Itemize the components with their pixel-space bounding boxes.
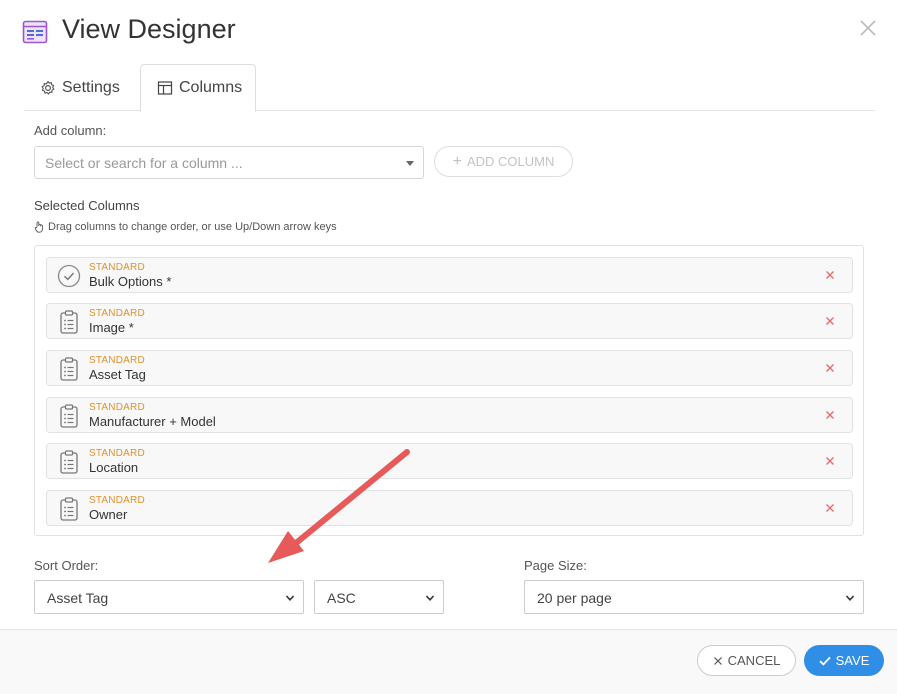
cancel-button[interactable]: CANCEL (697, 645, 796, 676)
column-name: Manufacturer + Model (89, 414, 216, 429)
save-button-label: SAVE (835, 653, 870, 668)
caret-down-icon[interactable] (406, 161, 414, 166)
clipboard-list-icon (60, 310, 78, 334)
sort-direction-value: ASC (327, 590, 356, 606)
column-search-placeholder: Select or search for a column ... (45, 155, 243, 171)
tab-bar: Settings Columns (24, 64, 875, 112)
sort-direction-select[interactable]: ASC (314, 580, 444, 614)
sort-order-label: Sort Order: (34, 558, 99, 573)
column-item-bulk-options[interactable]: STANDARD Bulk Options * (46, 257, 853, 293)
page-size-value: 20 per page (537, 590, 612, 606)
column-name: Asset Tag (89, 367, 146, 382)
column-item-image[interactable]: STANDARD Image * (46, 303, 853, 339)
remove-icon[interactable] (824, 502, 836, 514)
remove-icon[interactable] (824, 269, 836, 281)
tab-settings-label: Settings (62, 78, 120, 96)
tab-columns[interactable]: Columns (140, 64, 256, 112)
drag-hint-text: Drag columns to change order, or use Up/… (48, 221, 337, 233)
column-kind: STANDARD (89, 448, 145, 459)
chevron-down-icon (425, 595, 435, 601)
cancel-button-label: CANCEL (727, 653, 781, 668)
chevron-down-icon (285, 595, 295, 601)
sort-field-value: Asset Tag (47, 590, 109, 606)
drag-hint: Drag columns to change order, or use Up/… (34, 221, 337, 233)
add-column-button[interactable]: + ADD COLUMN (434, 146, 573, 177)
clipboard-list-icon (60, 450, 78, 474)
save-button[interactable]: SAVE (804, 645, 884, 676)
column-item-asset-tag[interactable]: STANDARD Asset Tag (46, 350, 853, 386)
selected-columns-list: STANDARD Bulk Options * STANDARD Image * (34, 245, 864, 536)
dialog-title: View Designer (62, 14, 236, 44)
clipboard-list-icon (60, 357, 78, 381)
remove-icon[interactable] (824, 315, 836, 327)
column-item-location[interactable]: STANDARD Location (46, 443, 853, 479)
remove-icon[interactable] (824, 409, 836, 421)
tab-columns-label: Columns (179, 79, 243, 96)
close-icon (713, 656, 722, 665)
column-kind: STANDARD (89, 308, 145, 319)
selected-columns-label: Selected Columns (34, 198, 140, 213)
remove-icon[interactable] (824, 362, 836, 374)
column-kind: STANDARD (89, 355, 145, 366)
view-designer-dialog: View Designer Settings Columns Add colum… (0, 0, 897, 694)
column-kind: STANDARD (89, 262, 145, 273)
column-name: Bulk Options * (89, 274, 172, 289)
hand-pointer-icon (34, 221, 43, 233)
page-size-label: Page Size: (524, 558, 587, 573)
sort-field-select[interactable]: Asset Tag (34, 580, 304, 614)
column-kind: STANDARD (89, 495, 145, 506)
plus-icon: + (452, 152, 462, 170)
remove-icon[interactable] (824, 455, 836, 467)
column-name: Image * (89, 320, 134, 335)
add-column-label: Add column: (34, 123, 107, 138)
gear-icon (41, 80, 55, 95)
column-search-select[interactable]: Select or search for a column ... (34, 146, 424, 179)
add-column-button-label: ADD COLUMN (466, 154, 555, 169)
check-circle-icon (57, 264, 81, 288)
column-name: Owner (89, 507, 128, 522)
check-icon (819, 656, 831, 666)
clipboard-list-icon (60, 497, 78, 521)
column-kind: STANDARD (89, 402, 145, 413)
table-icon (157, 81, 173, 95)
tab-settings[interactable]: Settings (40, 64, 120, 111)
column-item-manufacturer-model[interactable]: STANDARD Manufacturer + Model (46, 397, 853, 433)
chevron-down-icon (845, 595, 855, 601)
column-name: Location (89, 460, 139, 475)
page-size-select[interactable]: 20 per page (524, 580, 864, 614)
clipboard-list-icon (60, 404, 78, 428)
view-designer-icon (22, 20, 48, 44)
column-item-owner[interactable]: STANDARD Owner (46, 490, 853, 526)
close-icon[interactable] (857, 17, 879, 39)
